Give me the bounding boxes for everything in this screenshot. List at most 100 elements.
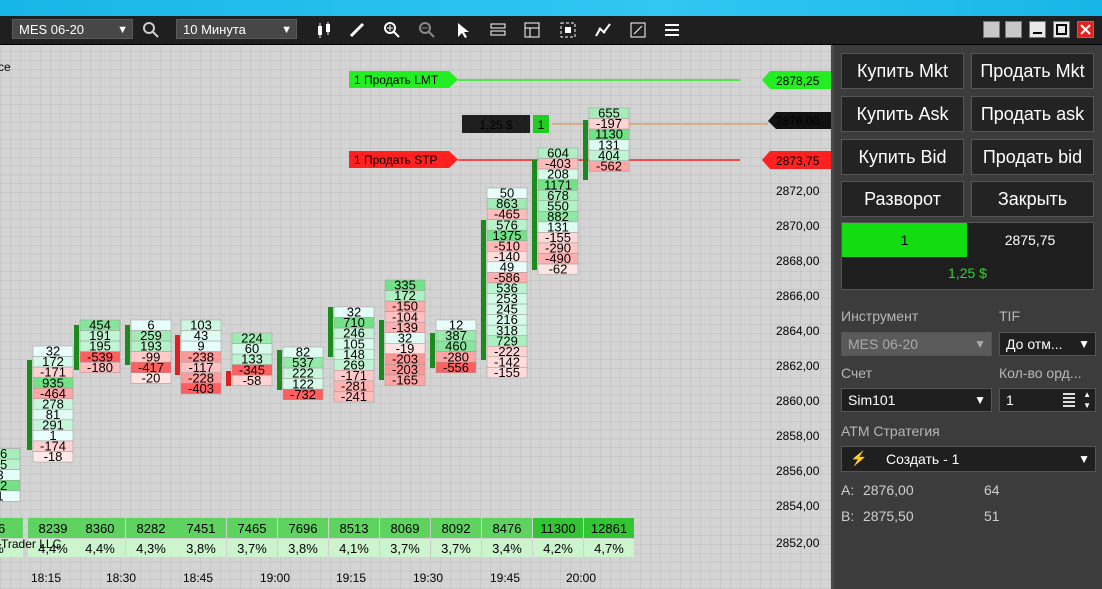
atm-strategy-value: Создать - 1	[886, 451, 960, 467]
indicators-icon[interactable]	[557, 19, 579, 41]
volume-cell-value: 11300	[540, 521, 575, 536]
zoom-in-icon[interactable]	[381, 19, 403, 41]
instrument-field[interactable]: MES 06-20 ▼	[841, 332, 992, 356]
volume-cell-value: 7451	[187, 521, 216, 536]
footprint-cell-value: 1	[0, 488, 4, 503]
percent-cell-value: 4,4%	[85, 541, 115, 556]
footprint-chart[interactable]: 2872,00 2870,00 2868,00 2866,00 2864,00 2862,…	[0, 45, 831, 589]
footprint-cell-value: -62	[549, 262, 568, 277]
position-quantity: 1	[842, 223, 967, 257]
candle-body	[74, 325, 79, 370]
account-select[interactable]: Sim101 ▼	[841, 388, 992, 412]
volume-cell-value: 8360	[86, 521, 115, 536]
percent-cell-value: 3,7%	[390, 541, 420, 556]
maximize-button[interactable]	[1053, 21, 1070, 38]
volume-cell-value: 8282	[137, 521, 166, 536]
order-qty-input[interactable]: 1 ▲ ▼	[999, 388, 1096, 412]
price-tick-label: 2860,00	[776, 394, 820, 408]
footprint-cell-value: -732	[290, 387, 316, 402]
sell-stop-order-label: 1 Продать STP	[354, 153, 438, 167]
footprint-cell-value: -403	[188, 381, 214, 396]
price-tick-label: 2862,00	[776, 359, 820, 373]
close-window-button[interactable]	[1077, 21, 1094, 38]
data-box-icon[interactable]	[521, 19, 543, 41]
footprint-cell-value: -155	[494, 365, 520, 380]
chart-corner-label: ce	[0, 60, 11, 74]
reverse-button[interactable]: Разворот	[841, 181, 964, 217]
percent-cell-value: 4,3%	[136, 541, 166, 556]
chart-canvas: 2872,00 2870,00 2868,00 2866,00 2864,00 2862,…	[0, 60, 831, 585]
percent-cell-value: 3,7%	[237, 541, 267, 556]
desktop-strip	[0, 0, 1102, 16]
sell-limit-price-label: 2878,25	[776, 74, 820, 88]
qty-stepper[interactable]: ▲ ▼	[1083, 389, 1091, 411]
tif-select-value: До отм...	[1006, 336, 1063, 352]
footprint-cell-value: -58	[243, 373, 262, 388]
candle-body	[583, 120, 588, 180]
chevron-down-icon: ▼	[974, 393, 986, 407]
chevron-down-icon: ▼	[1078, 337, 1090, 351]
properties-icon[interactable]	[627, 19, 649, 41]
bid-label: B:	[841, 508, 855, 524]
position-display: 1 2875,75 1,25 $	[841, 222, 1094, 290]
chart-toolbar: MES 06-20 ▼ 10 Минута ▼	[0, 16, 1102, 45]
time-tick-label: 19:45	[490, 571, 520, 585]
account-select-value: Sim101	[848, 392, 896, 408]
lightning-icon: ⚡	[850, 450, 868, 466]
buy-ask-button[interactable]: Купить Ask	[841, 96, 964, 132]
last-price-label: 2876,00	[776, 114, 820, 128]
window-grey-button[interactable]	[983, 21, 1000, 38]
volume-cell-value: 8092	[442, 521, 471, 536]
volume-cell-value: 8513	[340, 521, 369, 536]
price-tick-label: 2856,00	[776, 464, 820, 478]
tif-select[interactable]: До отм... ▼	[999, 332, 1096, 356]
strategies-icon[interactable]	[592, 19, 614, 41]
chevron-down-icon: ▼	[974, 337, 986, 351]
footprint-cell-value: -18	[44, 449, 63, 464]
buy-bid-button[interactable]: Купить Bid	[841, 139, 964, 175]
sell-market-button[interactable]: Продать Mkt	[971, 53, 1094, 89]
order-qty-value: 1	[1006, 392, 1014, 408]
search-icon[interactable]	[140, 19, 162, 41]
candle-body	[430, 333, 435, 368]
interval-selector-value: 10 Минута	[183, 22, 246, 37]
footprint-cell-value: -241	[341, 389, 367, 404]
time-tick-label: 19:00	[260, 571, 290, 585]
calculator-icon[interactable]	[1063, 393, 1075, 407]
percent-cell-value: 4,7%	[594, 541, 624, 556]
volume-cell-value: 7465	[238, 521, 267, 536]
chart-watermark: Trader LLC	[1, 537, 62, 551]
close-position-button[interactable]: Закрыть	[971, 181, 1094, 217]
account-label: Счет	[841, 365, 872, 381]
instrument-field-value: MES 06-20	[848, 336, 919, 352]
instrument-selector-value: MES 06-20	[19, 22, 85, 37]
zoom-out-icon[interactable]	[416, 19, 438, 41]
minimize-button[interactable]	[1029, 21, 1046, 38]
candle-body	[27, 360, 32, 450]
volume-cell-value: 8239	[39, 521, 68, 536]
list-icon[interactable]	[661, 19, 683, 41]
chevron-down-icon: ▼	[117, 24, 128, 36]
sell-limit-order-label: 1 Продать LMT	[354, 73, 439, 87]
price-tick-label: 2852,00	[776, 536, 820, 550]
candlestick-icon[interactable]	[313, 19, 335, 41]
pointer-icon[interactable]	[451, 19, 473, 41]
candle-body	[175, 335, 180, 375]
pencil-icon[interactable]	[346, 19, 368, 41]
ask-size: 64	[984, 482, 1000, 498]
atm-strategy-select[interactable]: ⚡ Создать - 1 ▼	[841, 446, 1096, 472]
interval-selector[interactable]: 10 Минута ▼	[176, 19, 297, 39]
bar-type-icon[interactable]	[487, 19, 509, 41]
window-grey-button-2[interactable]	[1005, 21, 1022, 38]
sell-ask-button[interactable]: Продать ask	[971, 96, 1094, 132]
instrument-selector[interactable]: MES 06-20 ▼	[12, 19, 133, 39]
chevron-down-icon: ▼	[281, 24, 292, 36]
time-tick-label: 20:00	[566, 571, 596, 585]
candle-body	[379, 320, 384, 380]
position-qty-label: 1	[538, 118, 545, 132]
sell-bid-button[interactable]: Продать bid	[971, 139, 1094, 175]
candle-body	[226, 371, 231, 386]
candle-body	[532, 160, 537, 270]
buy-market-button[interactable]: Купить Mkt	[841, 53, 964, 89]
volume-cell-value: 8069	[391, 521, 420, 536]
